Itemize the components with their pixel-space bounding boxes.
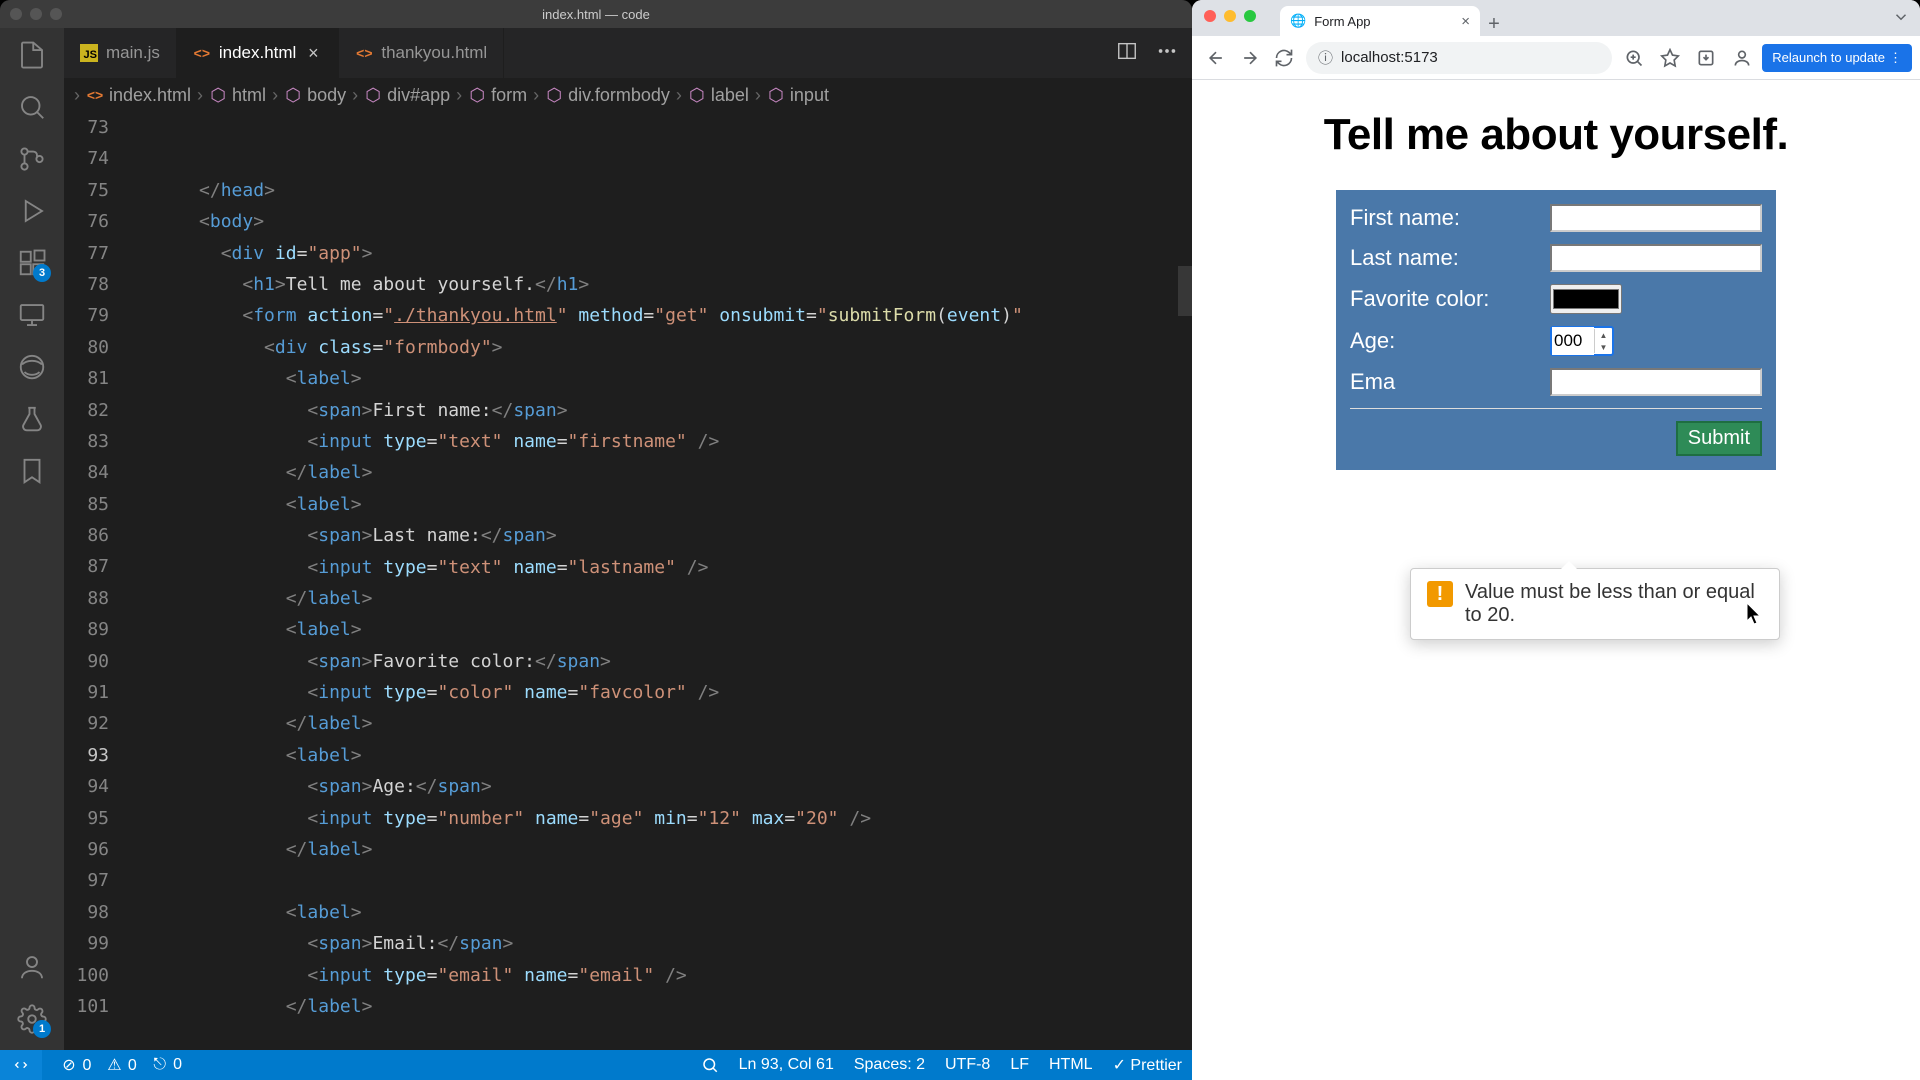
code-editor[interactable]: 7374757677787980818283848586878889909192… — [64, 112, 1192, 1050]
tab-label: index.html — [219, 43, 296, 63]
ports-count[interactable]: ⎋ 0 — [151, 1056, 182, 1074]
page-title: Tell me about yourself. — [1324, 110, 1788, 160]
input-age-wrapper: ▲▼ — [1550, 326, 1614, 356]
bc-item[interactable]: index.html — [109, 85, 191, 106]
split-editor-icon[interactable] — [1116, 40, 1138, 67]
remote-explorer-icon[interactable] — [15, 298, 49, 332]
language-mode[interactable]: HTML — [1049, 1056, 1093, 1074]
label-age: Age: — [1350, 328, 1550, 354]
eol[interactable]: LF — [1010, 1056, 1029, 1074]
bc-item[interactable]: html — [232, 85, 266, 106]
bc-item[interactable]: body — [307, 85, 346, 106]
relaunch-button[interactable]: Relaunch to update ⋮ — [1762, 44, 1912, 72]
profile-icon[interactable] — [1726, 42, 1758, 74]
bc-item[interactable]: div#app — [387, 85, 450, 106]
accounts-icon[interactable] — [15, 950, 49, 984]
input-lastname[interactable] — [1550, 244, 1762, 272]
bc-item[interactable]: label — [711, 85, 749, 106]
status-bar: ⊘ 0 ⚠ 0 ⎋ 0 Ln 93, Col 61 Spaces: 2 UTF-… — [0, 1050, 1192, 1080]
input-age[interactable] — [1552, 327, 1594, 355]
settings-badge: 1 — [33, 1020, 51, 1038]
formatter[interactable]: ✓ Prettier — [1113, 1055, 1182, 1075]
menu-icon: ⋮ — [1889, 50, 1902, 66]
activity-bar: 3 1 — [0, 28, 64, 1050]
window-title: index.html — code — [542, 7, 650, 22]
js-file-icon: JS — [80, 44, 98, 62]
zoom-icon[interactable] — [701, 1056, 719, 1074]
bc-item[interactable]: form — [491, 85, 527, 106]
breadcrumbs[interactable]: › <>index.html › ⬡html › ⬡body › ⬡div#ap… — [64, 78, 1192, 112]
html-file-icon: <> — [355, 44, 373, 62]
form-divider — [1350, 408, 1762, 409]
tab-index-html[interactable]: <> index.html × — [177, 28, 339, 78]
tab-label: thankyou.html — [381, 43, 487, 63]
cursor-position[interactable]: Ln 93, Col 61 — [739, 1056, 834, 1074]
tab-label: main.js — [106, 43, 160, 63]
tab-main-js[interactable]: JS main.js — [64, 28, 177, 78]
errors-count[interactable]: ⊘ 0 — [60, 1056, 91, 1075]
extensions-badge: 3 — [33, 264, 51, 282]
bookmarks-icon[interactable] — [15, 454, 49, 488]
browser-toolbar: ⓘ localhost:5173 Relaunch to update ⋮ — [1192, 36, 1920, 80]
label-lastname: Last name: — [1350, 245, 1550, 271]
browser-window: 🌐 Form App × + ⓘ localhost:5173 — [1192, 0, 1920, 1080]
warnings-count[interactable]: ⚠ 0 — [105, 1056, 136, 1075]
label-email: Ema — [1350, 369, 1550, 395]
warning-icon: ! — [1427, 581, 1453, 607]
editor-tabbar: JS main.js <> index.html × <> thankyou.h… — [64, 28, 1192, 78]
input-favcolor[interactable] — [1550, 284, 1622, 314]
bc-item[interactable]: div.formbody — [568, 85, 670, 106]
label-favcolor: Favorite color: — [1350, 286, 1550, 312]
traffic-lights[interactable] — [10, 8, 62, 20]
expand-tabs-icon[interactable] — [1892, 8, 1910, 31]
globe-icon: 🌐 — [1290, 13, 1306, 29]
html-file-icon: <> — [193, 44, 211, 62]
remote-indicator-icon[interactable] — [0, 1050, 42, 1080]
new-tab-button[interactable]: + — [1480, 13, 1508, 36]
url-text: localhost:5173 — [1341, 49, 1438, 66]
testing-icon[interactable] — [15, 402, 49, 436]
indent-spaces[interactable]: Spaces: 2 — [854, 1056, 925, 1074]
nav-reload-icon[interactable] — [1268, 42, 1300, 74]
label-firstname: First name: — [1350, 205, 1550, 231]
minimap-slider[interactable] — [1178, 266, 1192, 316]
form-container: First name: Last name: Favorite color: A… — [1336, 190, 1776, 470]
encoding[interactable]: UTF-8 — [945, 1056, 990, 1074]
vscode-titlebar: index.html — code — [0, 0, 1192, 28]
traffic-lights[interactable] — [1204, 10, 1256, 22]
bc-item[interactable]: input — [790, 85, 829, 106]
page-content: Tell me about yourself. First name: Last… — [1192, 80, 1920, 1080]
input-email[interactable] — [1550, 368, 1762, 396]
source-control-icon[interactable] — [15, 142, 49, 176]
extensions-icon[interactable]: 3 — [15, 246, 49, 280]
tooltip-text: Value must be less than or equal to 20. — [1465, 581, 1763, 627]
settings-gear-icon[interactable]: 1 — [15, 1002, 49, 1036]
tab-thankyou-html[interactable]: <> thankyou.html — [339, 28, 504, 78]
tab-title: Form App — [1314, 14, 1370, 29]
nav-forward-icon[interactable] — [1234, 42, 1266, 74]
more-actions-icon[interactable] — [1156, 40, 1178, 67]
install-app-icon[interactable] — [1690, 42, 1722, 74]
submit-button[interactable]: Submit — [1676, 421, 1762, 456]
explorer-icon[interactable] — [15, 38, 49, 72]
bookmark-star-icon[interactable] — [1654, 42, 1686, 74]
address-bar[interactable]: ⓘ localhost:5173 — [1306, 42, 1612, 74]
nav-back-icon[interactable] — [1200, 42, 1232, 74]
zoom-icon[interactable] — [1618, 42, 1650, 74]
run-debug-icon[interactable] — [15, 194, 49, 228]
number-stepper[interactable]: ▲▼ — [1594, 329, 1612, 353]
site-info-icon[interactable]: ⓘ — [1318, 47, 1333, 68]
validation-tooltip: ! Value must be less than or equal to 20… — [1410, 568, 1780, 640]
browser-tabbar: 🌐 Form App × + — [1192, 0, 1920, 36]
vscode-window: index.html — code 3 — [0, 0, 1192, 1080]
close-tab-icon[interactable]: × — [304, 44, 322, 62]
close-tab-icon[interactable]: × — [1461, 13, 1470, 30]
browser-tab[interactable]: 🌐 Form App × — [1280, 6, 1480, 36]
search-icon[interactable] — [15, 90, 49, 124]
input-firstname[interactable] — [1550, 204, 1762, 232]
edge-tools-icon[interactable] — [15, 350, 49, 384]
